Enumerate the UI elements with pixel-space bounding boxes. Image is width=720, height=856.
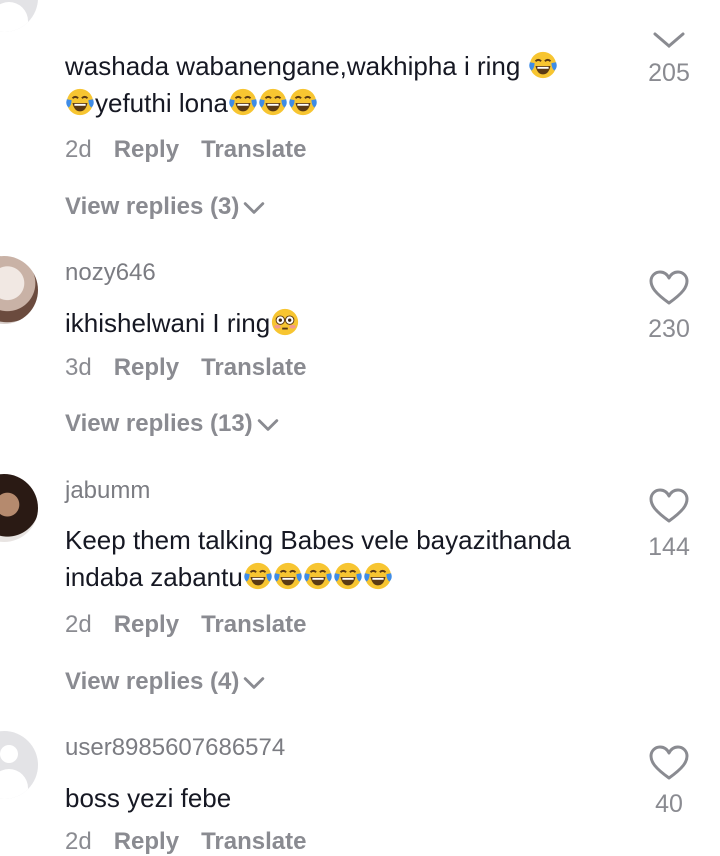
comment-text-line1: ikhishelwani I ring xyxy=(65,308,271,338)
laugh-emoji-icon xyxy=(273,561,303,591)
avatar[interactable] xyxy=(0,256,38,324)
laugh-emoji-icon xyxy=(65,87,95,117)
heart-icon xyxy=(649,488,689,524)
laugh-emoji-icon xyxy=(243,561,273,591)
comment-username[interactable]: jabumm xyxy=(65,477,150,505)
chevron-down-icon xyxy=(243,675,265,691)
view-replies-button[interactable]: View replies (13) xyxy=(65,410,279,438)
comment-username[interactable]: user8985607686574 xyxy=(65,734,285,762)
view-replies-button[interactable]: View replies (4) xyxy=(65,668,265,696)
like-button[interactable]: 144 xyxy=(634,488,704,562)
like-button[interactable]: 230 xyxy=(634,270,704,344)
comment-age: 2d xyxy=(65,611,92,638)
translate-button[interactable]: Translate xyxy=(201,354,306,381)
avatar-shoulders xyxy=(0,769,28,799)
like-count: 40 xyxy=(655,790,683,818)
avatar[interactable] xyxy=(0,474,38,542)
laugh-emoji-icon xyxy=(228,87,258,117)
reply-button[interactable]: Reply xyxy=(114,354,179,381)
comment-text-line2: indaba zabantu xyxy=(65,562,243,592)
heart-icon xyxy=(649,270,689,306)
reply-button[interactable]: Reply xyxy=(114,611,179,638)
comment-text-line1: boss yezi febe xyxy=(65,783,232,813)
laugh-emoji-icon xyxy=(363,561,393,591)
reply-button[interactable]: Reply xyxy=(114,136,179,163)
comment-text: Keep them talking Babes vele bayazithand… xyxy=(65,522,605,596)
comment-meta: 2d Reply Translate xyxy=(65,611,306,639)
laugh-emoji-icon xyxy=(528,50,558,80)
comment-text: ikhishelwani I ring xyxy=(65,305,605,342)
reply-button[interactable]: Reply xyxy=(114,828,179,855)
view-replies-label: View replies (13) xyxy=(65,410,253,437)
comment-age: 3d xyxy=(65,354,92,381)
chevron-down-icon xyxy=(257,417,279,433)
chevron-down-icon xyxy=(243,200,265,216)
comment-meta: 2d Reply Translate xyxy=(65,828,306,856)
translate-button[interactable]: Translate xyxy=(201,611,306,638)
view-replies-label: View replies (3) xyxy=(65,193,240,220)
like-count: 205 xyxy=(648,59,690,87)
view-replies-button[interactable]: View replies (3) xyxy=(65,193,265,221)
view-replies-label: View replies (4) xyxy=(65,668,240,695)
comment-username[interactable]: nozy646 xyxy=(65,259,156,287)
laugh-emoji-icon xyxy=(333,561,363,591)
heart-icon xyxy=(649,745,689,781)
comment-age: 2d xyxy=(65,136,92,163)
avatar-shoulders xyxy=(0,2,28,32)
like-button[interactable]: 40 xyxy=(634,745,704,819)
like-count: 144 xyxy=(648,533,690,561)
avatar-head xyxy=(0,745,18,763)
translate-button[interactable]: Translate xyxy=(201,136,306,163)
comment-text: washada wabanengane,wakhipha i ring yefu… xyxy=(65,48,605,122)
comment-meta: 2d Reply Translate xyxy=(65,136,306,164)
translate-button[interactable]: Translate xyxy=(201,828,306,855)
laugh-emoji-icon xyxy=(288,87,318,117)
avatar[interactable] xyxy=(0,0,38,32)
comment-text: boss yezi febe xyxy=(65,780,605,817)
comment-age: 2d xyxy=(65,828,92,855)
like-button[interactable]: 205 xyxy=(634,30,704,88)
comment-text-line1: washada wabanengane,wakhipha i ring xyxy=(65,51,528,81)
comment-meta: 3d Reply Translate xyxy=(65,354,306,382)
comment-text-line2: yefuthi lona xyxy=(95,88,228,118)
avatar[interactable] xyxy=(0,731,38,799)
flushed-emoji-icon xyxy=(270,307,300,337)
chevron-up-partial-icon[interactable] xyxy=(651,0,685,6)
laugh-emoji-icon xyxy=(303,561,333,591)
laugh-emoji-icon xyxy=(258,87,288,117)
like-count: 230 xyxy=(648,315,690,343)
chevron-down-icon[interactable] xyxy=(651,30,687,50)
comment-text-line1: Keep them talking Babes vele bayazithand… xyxy=(65,525,571,555)
